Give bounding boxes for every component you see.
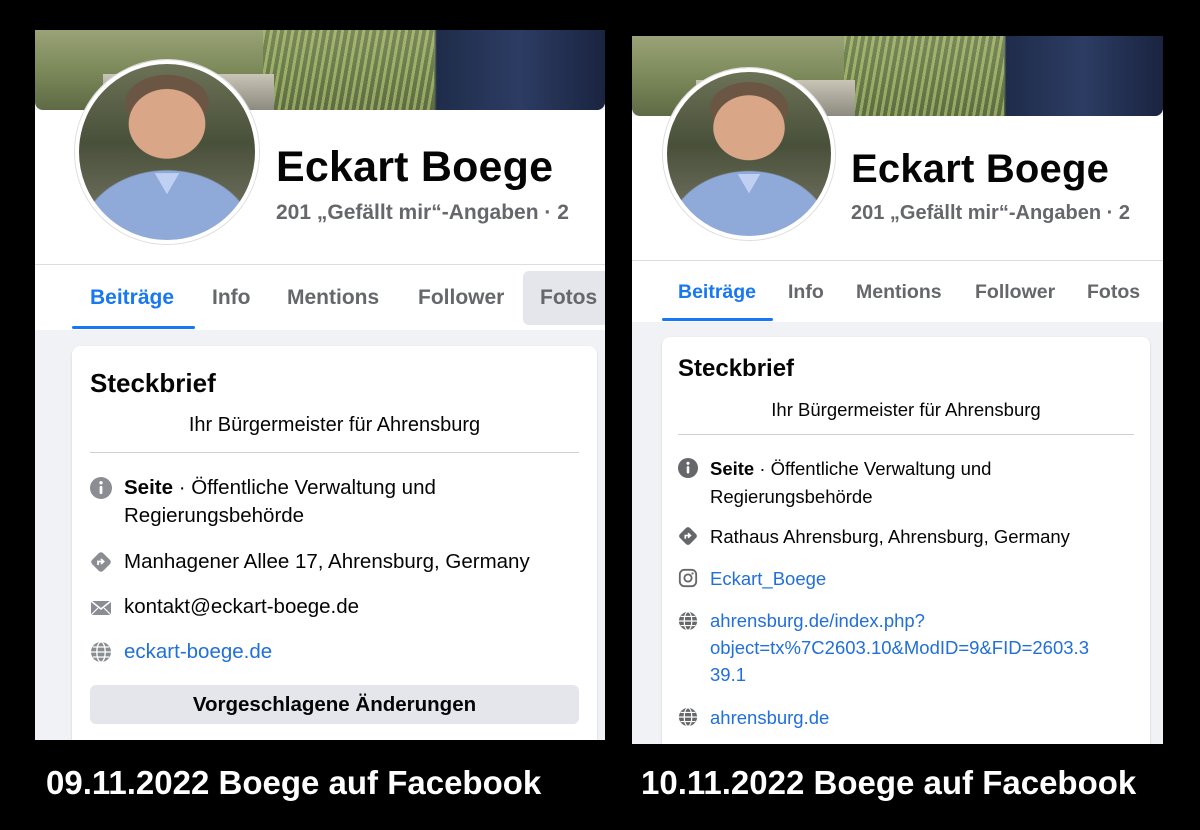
card-title: Steckbrief [90,368,216,398]
tab-info[interactable]: Info [788,281,824,304]
website-row: eckart-boege.de [90,638,580,666]
category-label: Seite [124,476,173,499]
directions-icon [678,526,698,546]
intro-card: Steckbrief Ihr Bürgermeister für Ahrensb… [72,346,597,740]
page-title: Eckart Boege [276,143,554,191]
email-icon [90,597,112,619]
globe-icon [90,641,112,663]
category-label: Seite [710,458,755,479]
category-text-line2: Regierungsbehörde [710,485,873,507]
globe-icon [678,611,698,631]
tab-info[interactable]: Info [212,286,250,310]
active-tab-indicator [662,318,773,321]
email-text[interactable]: kontakt@eckart-boege.de [124,593,359,621]
website-link-line1: ahrensburg.de/index.php? [710,610,925,631]
website-link-line2: object=tx%7C2603.10&ModID=9&FID=2603.3 [710,636,1089,658]
info-icon [90,477,112,499]
caption-left: 09.11.2022 Boege auf Facebook [46,764,542,801]
card-divider [90,452,579,453]
category-row: Seite · Öffentliche Verwaltung und Regier… [678,455,1138,511]
website-link-short[interactable]: ahrensburg.de [710,705,829,731]
intro-card: Steckbrief Ihr Bürgermeister für Ahrensb… [662,337,1150,744]
bio-text: Ihr Bürgermeister für Ahrensburg [771,399,1041,420]
tab-bar: Beiträge Info Mentions Follower Fotos [632,260,1163,322]
caption-right: 10.11.2022 Boege auf Facebook [641,764,1137,801]
email-row: kontakt@eckart-boege.de [90,593,580,621]
address-text: Rathaus Ahrensburg, Ahrensburg, Germany [710,526,1070,547]
website-link[interactable]: eckart-boege.de [124,638,272,666]
avatar[interactable] [75,60,259,244]
bio-text: Ihr Bürgermeister für Ahrensburg [188,414,481,436]
tab-bar: Beiträge Info Mentions Follower Fotos [35,264,605,330]
tab-mentions[interactable]: Mentions [287,286,379,310]
screenshot-right: Eckart Boege 201 „Gefällt mir“-Angaben ·… [632,36,1163,744]
page-title: Eckart Boege [851,147,1110,191]
website-row-short: ahrensburg.de [678,705,1138,731]
instagram-icon [678,568,698,588]
tab-follower[interactable]: Follower [975,281,1055,304]
tab-mentions[interactable]: Mentions [856,281,942,304]
likes-count[interactable]: 201 „Gefällt mir“-Angaben · 2 [276,201,569,225]
instagram-row: Eckart_Boege [678,566,1138,592]
tab-follower[interactable]: Follower [418,286,504,310]
active-tab-indicator [72,326,195,329]
instagram-link[interactable]: Eckart_Boege [710,566,826,592]
category-row: Seite · Öffentliche Verwaltung und Regier… [90,474,580,531]
globe-icon [678,707,698,727]
website-link-line3: 39.1 [710,663,747,685]
directions-icon [90,551,112,573]
address-row: Manhagener Allee 17, Ahrensburg, Germany [90,548,580,576]
screenshot-left: Eckart Boege 201 „Gefällt mir“-Angaben ·… [35,30,605,740]
tab-fotos[interactable]: Fotos [540,286,597,310]
likes-count[interactable]: 201 „Gefällt mir“-Angaben · 2 [851,202,1130,225]
card-divider [678,434,1134,435]
suggest-edits-button[interactable]: Vorgeschlagene Änderungen [90,685,579,724]
category-text: · Öffentliche Verwaltung und [173,476,436,499]
tab-beitraege[interactable]: Beiträge [90,286,174,310]
website-row-long: ahrensburg.de/index.php? object=tx%7C2603… [678,608,1138,688]
info-icon [678,458,698,478]
address-text: Manhagener Allee 17, Ahrensburg, Germany [124,550,530,573]
avatar[interactable] [663,68,835,240]
category-text: · Öffentliche Verwaltung und [754,458,992,479]
category-text-line2: Regierungsbehörde [124,504,305,528]
tab-beitraege[interactable]: Beiträge [678,281,756,304]
address-row: Rathaus Ahrensburg, Ahrensburg, Germany [678,524,1138,550]
website-link-long[interactable]: ahrensburg.de/index.php? object=tx%7C2603… [710,608,1089,688]
tab-fotos[interactable]: Fotos [1087,281,1140,304]
card-title: Steckbrief [678,355,795,382]
